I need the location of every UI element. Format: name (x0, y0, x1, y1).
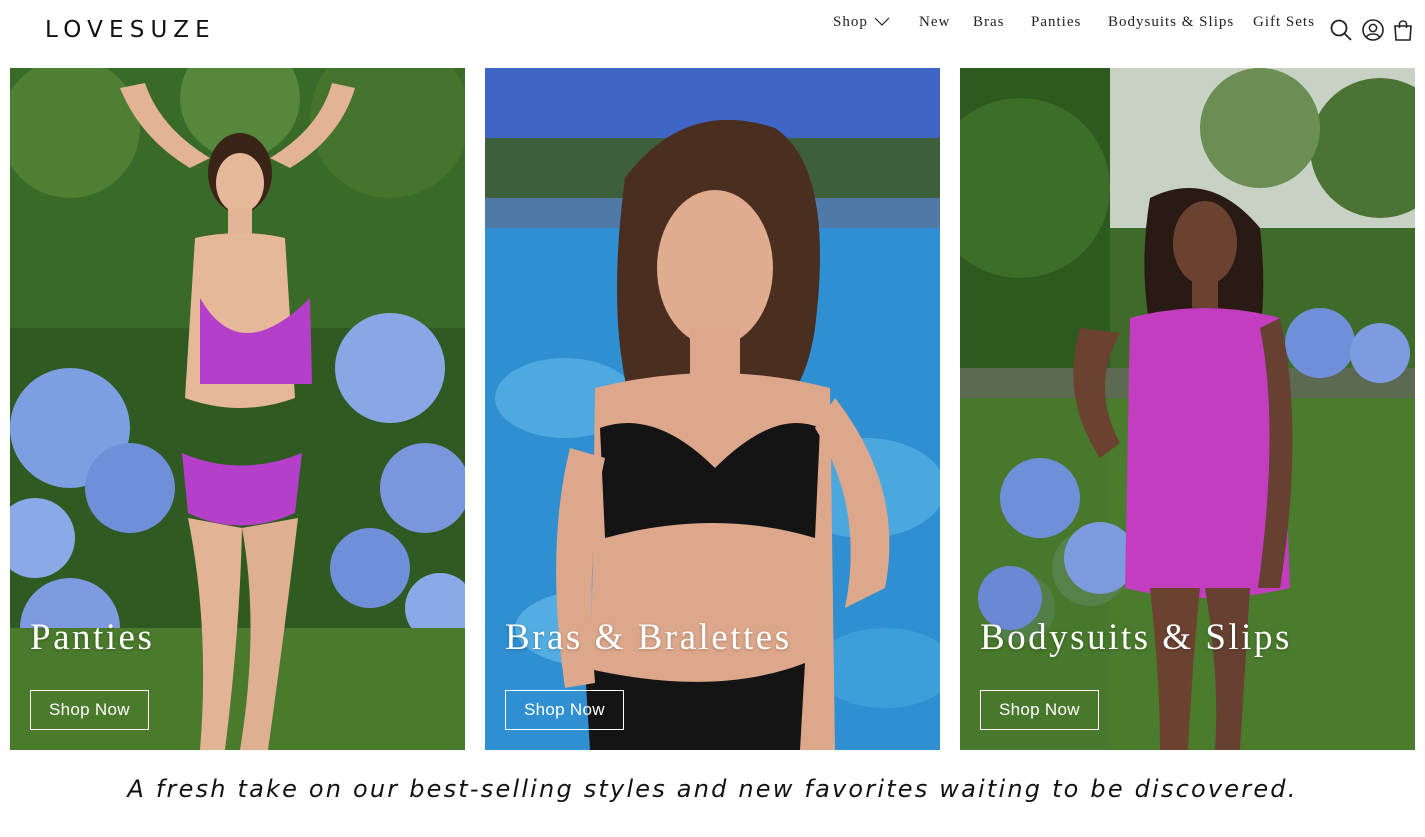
search-icon[interactable] (1330, 19, 1352, 41)
chevron-down-icon (874, 17, 890, 26)
panel-title: Bras & Bralettes (505, 617, 792, 658)
promo-tagline: A fresh take on our best-selling styles … (127, 775, 1298, 803)
category-panel-bodysuits-slips[interactable]: Bodysuits & Slips Shop Now (960, 68, 1415, 750)
nav-gift-sets[interactable]: Gift Sets (1253, 14, 1315, 31)
nav-shop-label: Shop (833, 13, 868, 30)
shop-now-button[interactable]: Shop Now (505, 690, 624, 730)
brand-logo[interactable]: LOVESUZE (45, 17, 216, 43)
site-header: LOVESUZE Shop New Bras Panties Bodysuits… (0, 0, 1425, 62)
panel-title: Bodysuits & Slips (980, 617, 1292, 658)
category-panel-panties[interactable]: Panties Shop Now (10, 68, 465, 750)
shop-now-button[interactable]: Shop Now (30, 690, 149, 730)
nav-shop[interactable]: Shop (833, 14, 890, 31)
shopping-bag-icon[interactable] (1392, 19, 1414, 41)
shop-now-button[interactable]: Shop Now (980, 690, 1099, 730)
nav-bras[interactable]: Bras (973, 14, 1005, 31)
category-panel-bras-bralettes[interactable]: Bras & Bralettes Shop Now (485, 68, 940, 750)
nav-bodysuits-slips[interactable]: Bodysuits & Slips (1108, 14, 1234, 31)
nav-new[interactable]: New (919, 14, 950, 31)
panel-title: Panties (30, 617, 155, 658)
account-icon[interactable] (1362, 19, 1384, 41)
header-icons (1330, 19, 1412, 43)
nav-panties[interactable]: Panties (1031, 14, 1081, 31)
